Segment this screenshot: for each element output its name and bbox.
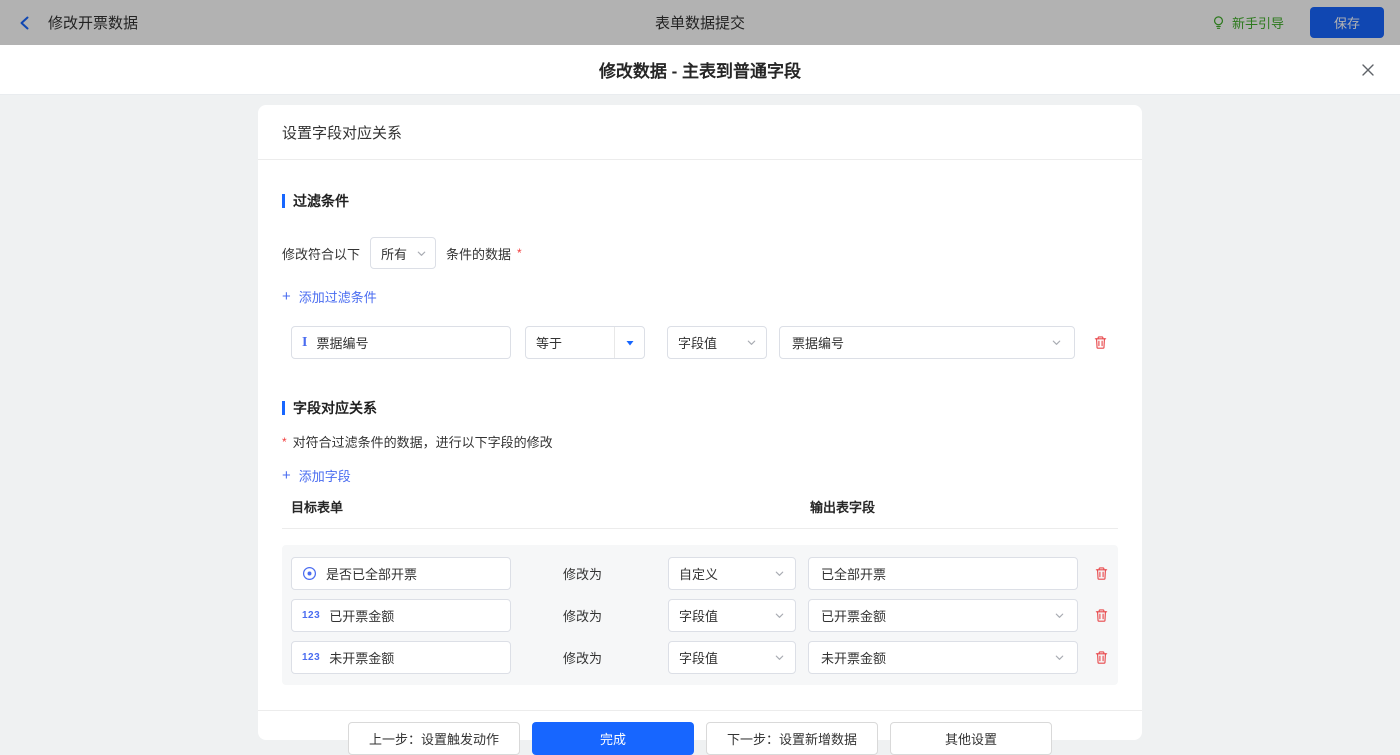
match-condition-row: 修改符合以下 所有 条件的数据 * — [282, 237, 1118, 269]
save-button[interactable]: 保存 — [1310, 7, 1384, 38]
trash-icon — [1094, 650, 1109, 665]
target-field-select[interactable]: 123 未开票金额 — [291, 641, 511, 674]
done-button[interactable]: 完成 — [532, 722, 694, 755]
output-field-select[interactable]: 已开票金额 — [808, 599, 1078, 632]
plus-icon: + — [282, 468, 291, 483]
modify-type-select[interactable]: 字段值 — [668, 599, 796, 632]
column-output-field: 输出表字段 — [810, 497, 875, 516]
mapping-row: 123 已开票金额 修改为 字段值 已开票金额 — [291, 599, 1109, 632]
delete-mapping-button[interactable] — [1094, 608, 1109, 623]
filter-value-select[interactable]: 票据编号 — [779, 326, 1075, 359]
chevron-down-icon — [416, 248, 427, 259]
mapping-table-header: 目标表单 输出表字段 — [282, 497, 1118, 529]
filter-field-select[interactable]: I 票据编号 — [291, 326, 511, 359]
delete-mapping-button[interactable] — [1094, 650, 1109, 665]
column-target-form: 目标表单 — [291, 497, 810, 516]
page-title: 表单数据提交 — [0, 12, 1400, 33]
number-field-icon: 123 — [302, 652, 320, 663]
mapping-row: 123 未开票金额 修改为 字段值 未开票金额 — [291, 641, 1109, 674]
filter-value-type-select[interactable]: 字段值 — [667, 326, 767, 359]
modal-body: 设置字段对应关系 过滤条件 修改符合以下 所有 条件的数据 * + — [0, 105, 1400, 755]
card-footer: 上一步：设置触发动作 完成 下一步：设置新增数据 其他设置 — [258, 711, 1142, 755]
trash-icon — [1094, 608, 1109, 623]
target-field-select[interactable]: 是否已全部开票 — [291, 557, 511, 590]
chevron-down-icon — [1054, 610, 1065, 621]
filter-operator-select[interactable]: 等于 — [525, 326, 645, 359]
chevron-down-icon — [1051, 337, 1062, 348]
modify-as-label: 修改为 — [563, 564, 603, 583]
chevron-down-icon — [774, 652, 785, 663]
chevron-down-icon — [1054, 652, 1065, 663]
close-icon[interactable] — [1360, 62, 1376, 78]
settings-card: 设置字段对应关系 过滤条件 修改符合以下 所有 条件的数据 * + — [258, 105, 1142, 740]
mapping-description: * 对符合过滤条件的数据，进行以下字段的修改 — [282, 432, 1118, 451]
add-field-link[interactable]: + 添加字段 — [282, 466, 351, 485]
trash-icon — [1094, 566, 1109, 581]
delete-filter-button[interactable] — [1093, 335, 1108, 350]
required-asterisk: * — [282, 435, 287, 449]
modal-header: 修改数据 - 主表到普通字段 — [0, 45, 1400, 95]
output-field-select[interactable]: 未开票金额 — [808, 641, 1078, 674]
prev-step-button[interactable]: 上一步：设置触发动作 — [348, 722, 520, 755]
radio-field-icon — [302, 566, 317, 581]
trash-icon — [1093, 335, 1108, 350]
modify-as-label: 修改为 — [563, 648, 603, 667]
lightbulb-icon — [1211, 15, 1226, 30]
beginner-guide-button[interactable]: 新手引导 — [1211, 13, 1284, 32]
chevron-down-icon — [774, 610, 785, 621]
filter-section-title: 过滤条件 — [282, 191, 1118, 211]
top-bar: 修改开票数据 表单数据提交 新手引导 保存 — [0, 0, 1400, 45]
match-prefix-label: 修改符合以下 — [282, 244, 360, 263]
section-accent-bar — [282, 194, 285, 208]
target-field-select[interactable]: 123 已开票金额 — [291, 599, 511, 632]
match-mode-select[interactable]: 所有 — [370, 237, 436, 269]
match-suffix-label: 条件的数据 — [446, 244, 511, 263]
other-settings-button[interactable]: 其他设置 — [890, 722, 1052, 755]
caret-down-icon[interactable] — [614, 327, 644, 358]
modify-type-select[interactable]: 自定义 — [668, 557, 796, 590]
beginner-guide-label: 新手引导 — [1232, 13, 1284, 32]
chevron-down-icon — [746, 337, 757, 348]
plus-icon: + — [282, 289, 291, 304]
required-asterisk: * — [517, 246, 522, 260]
mapping-row: 是否已全部开票 修改为 自定义 — [291, 557, 1109, 590]
modify-as-label: 修改为 — [563, 606, 603, 625]
add-filter-condition-link[interactable]: + 添加过滤条件 — [282, 287, 377, 306]
custom-value-input[interactable] — [808, 557, 1078, 590]
filter-condition-row: I 票据编号 等于 字段值 票据编号 — [291, 326, 1118, 359]
mapping-section-title: 字段对应关系 — [282, 398, 1118, 418]
card-header: 设置字段对应关系 — [258, 105, 1142, 160]
chevron-down-icon — [774, 568, 785, 579]
delete-mapping-button[interactable] — [1094, 566, 1109, 581]
modify-type-select[interactable]: 字段值 — [668, 641, 796, 674]
text-field-icon: I — [302, 335, 307, 351]
modal-title: 修改数据 - 主表到普通字段 — [599, 57, 801, 82]
mapping-rows-panel: 是否已全部开票 修改为 自定义 — [282, 545, 1118, 685]
number-field-icon: 123 — [302, 610, 320, 621]
section-accent-bar — [282, 401, 285, 415]
next-step-button[interactable]: 下一步：设置新增数据 — [706, 722, 878, 755]
